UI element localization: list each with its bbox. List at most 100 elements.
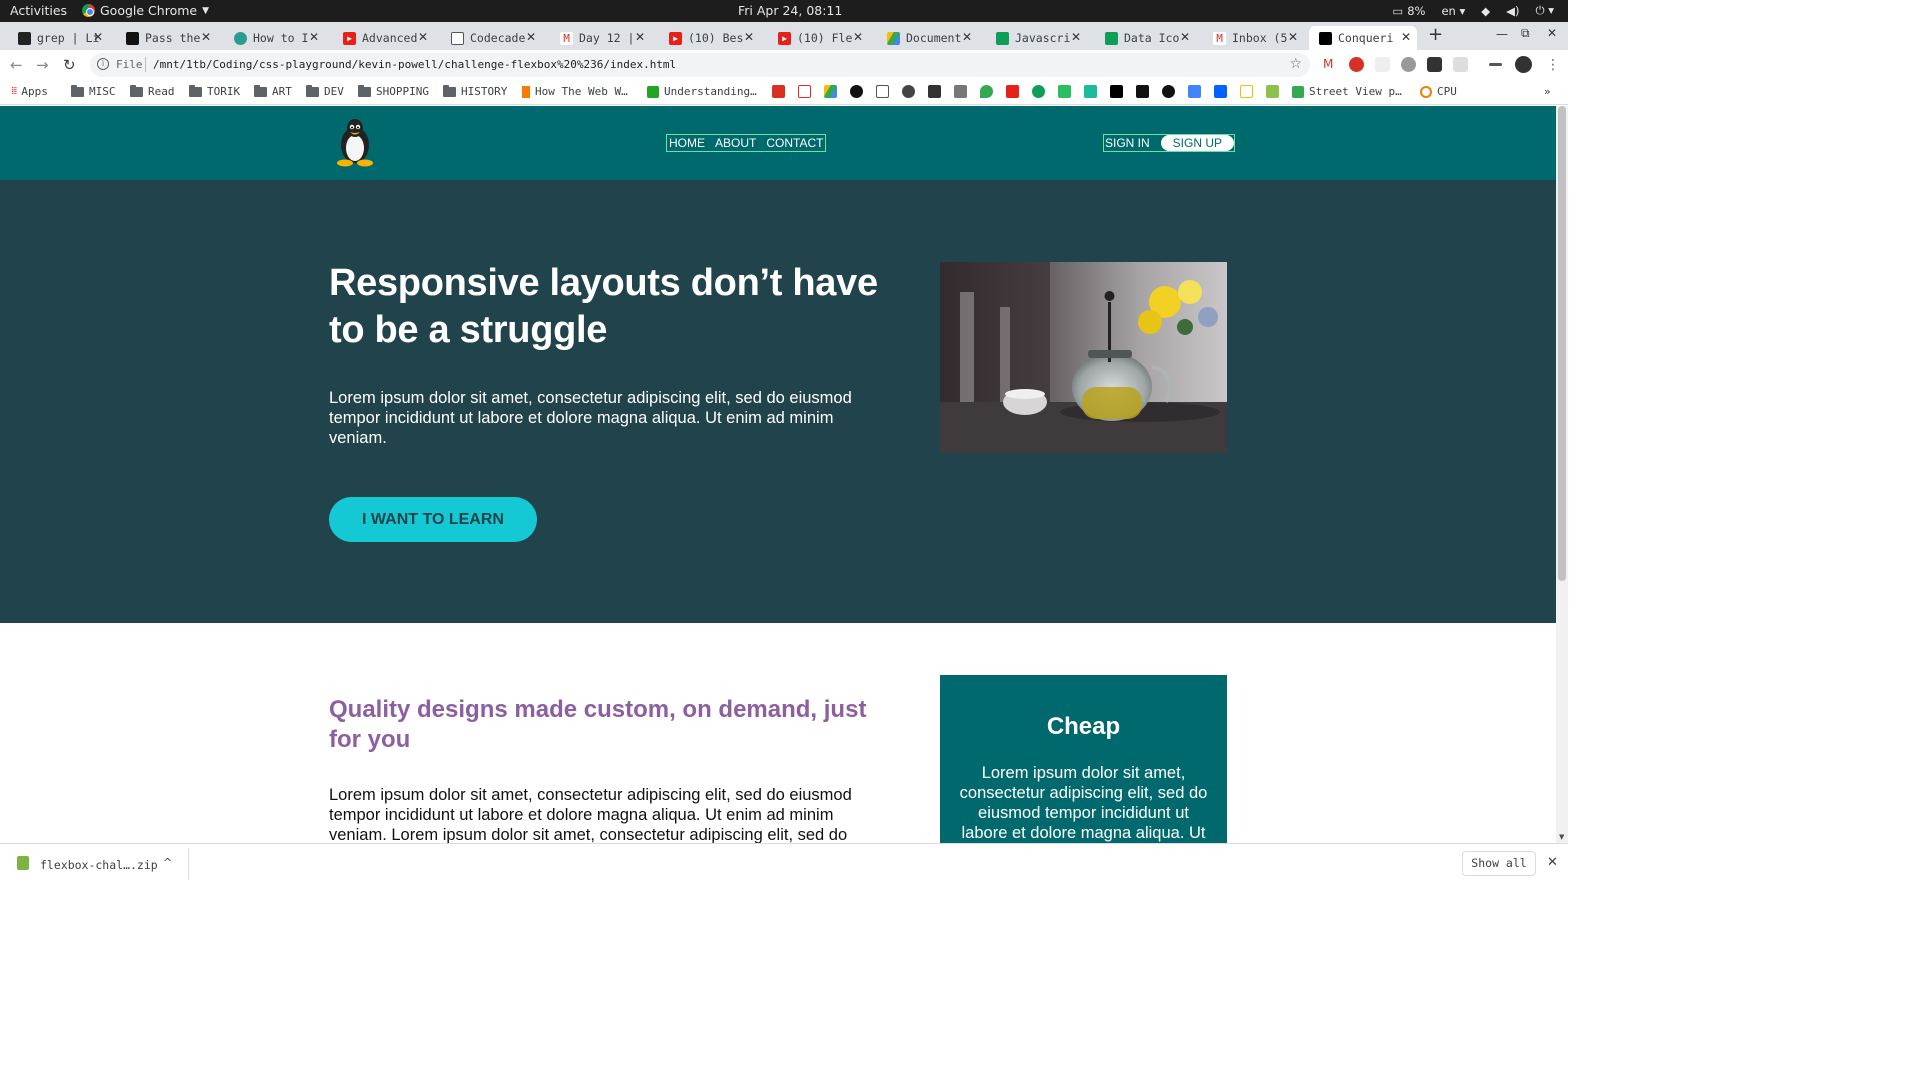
browser-tab[interactable]: grep | Li ✕ — [8, 26, 109, 50]
nav-contact-link[interactable]: CONTACT — [766, 136, 823, 150]
browser-tab[interactable]: Pass the ✕ — [116, 26, 217, 50]
new-tab-button[interactable]: + — [1428, 24, 1443, 45]
gmail-bookmark-icon[interactable] — [798, 85, 811, 98]
bookmark-link[interactable]: CPU — [1420, 85, 1457, 98]
url-text[interactable]: /mnt/1tb/Coding/css-playground/kevin-pow… — [153, 58, 676, 71]
bookmark-favicon-icon[interactable] — [1032, 85, 1045, 98]
scrollbar-thumb[interactable] — [1558, 106, 1566, 581]
profile-avatar[interactable] — [1515, 56, 1532, 73]
browser-tab[interactable]: M Inbox (5 ✕ — [1203, 26, 1304, 50]
close-tab-icon[interactable]: ✕ — [526, 30, 536, 44]
google-drive-bookmark-icon[interactable] — [824, 85, 837, 98]
activities-button[interactable]: Activities — [10, 3, 67, 18]
bookmark-star-icon[interactable]: ☆ — [1289, 56, 1302, 72]
site-info-icon[interactable]: i — [97, 58, 109, 70]
browser-tab-active[interactable]: Conqueri ✕ — [1309, 26, 1417, 50]
bookmark-favicon-icon[interactable] — [902, 85, 915, 98]
browser-tab[interactable]: How to I ✕ — [224, 26, 325, 50]
sign-up-button[interactable]: SIGN UP — [1160, 135, 1235, 151]
browser-tab[interactable]: M Day 12 | ✕ — [550, 26, 651, 50]
close-tab-icon[interactable]: ✕ — [1288, 30, 1298, 44]
close-tab-icon[interactable]: ✕ — [418, 30, 428, 44]
bookmark-favicon-icon[interactable] — [1266, 85, 1279, 98]
nav-home-link[interactable]: HOME — [669, 136, 705, 150]
bookmark-link[interactable]: How The Web W… — [522, 85, 628, 98]
app-menu[interactable]: Google Chrome ▼ — [82, 3, 209, 18]
main-nav: HOME ABOUT CONTACT — [666, 134, 827, 152]
menu-kebab-icon[interactable]: ⋮ — [1546, 57, 1561, 73]
address-bar[interactable]: i File /mnt/1tb/Coding/css-playground/ke… — [90, 53, 1310, 77]
browser-tab[interactable]: ▶ (10) Bes ✕ — [659, 26, 760, 50]
bookmark-favicon-icon[interactable] — [1084, 85, 1097, 98]
learn-cta-button[interactable]: I WANT TO LEARN — [329, 497, 537, 542]
chevron-up-icon[interactable]: ^ — [163, 856, 172, 869]
nav-about-link[interactable]: ABOUT — [715, 136, 756, 150]
spotify-icon[interactable] — [1162, 85, 1175, 98]
bookmark-folder[interactable]: MISC — [71, 84, 116, 98]
google-keep-icon[interactable] — [1240, 85, 1253, 98]
bookmark-favicon-icon[interactable] — [772, 85, 785, 98]
browser-tab[interactable]: Data Ico ✕ — [1095, 26, 1196, 50]
close-tab-icon[interactable]: ✕ — [962, 30, 972, 44]
maps-icon[interactable] — [980, 85, 993, 98]
close-tab-icon[interactable]: ✕ — [853, 30, 863, 44]
page-scrollbar[interactable]: ▼ — [1556, 106, 1568, 843]
extension-icon[interactable] — [1401, 57, 1416, 72]
bookmark-folder[interactable]: HISTORY — [443, 84, 507, 98]
gmail-extension-icon[interactable]: M — [1323, 57, 1338, 72]
close-shelf-icon[interactable]: ✕ — [1547, 855, 1558, 870]
tux-penguin-logo[interactable] — [333, 115, 377, 167]
close-window-icon[interactable]: ✕ — [1547, 26, 1557, 40]
extension-icon[interactable] — [1427, 57, 1442, 72]
bookmark-favicon-icon[interactable] — [876, 85, 889, 98]
show-all-downloads-button[interactable]: Show all — [1462, 851, 1536, 876]
google-translate-icon[interactable] — [1188, 85, 1201, 98]
close-tab-icon[interactable]: ✕ — [635, 30, 645, 44]
close-tab-icon[interactable]: ✕ — [744, 30, 754, 44]
divider — [145, 57, 146, 72]
close-tab-icon[interactable]: ✕ — [93, 30, 103, 44]
apps-bookmark[interactable]: ⁞⁞⁞ Apps — [11, 85, 48, 98]
bookmark-folder[interactable]: DEV — [306, 84, 344, 98]
clock[interactable]: Fri Apr 24, 08:11 — [738, 3, 842, 18]
scroll-down-arrow-icon[interactable]: ▼ — [1559, 833, 1564, 841]
bookmark-folder[interactable]: ART — [254, 84, 292, 98]
language-indicator[interactable]: en ▾ — [1441, 4, 1465, 18]
browser-tab[interactable]: Javascri ✕ — [986, 26, 1087, 50]
youtube-bookmark-icon[interactable] — [1006, 85, 1019, 98]
bookmark-folder[interactable]: Read — [130, 84, 175, 98]
download-item[interactable]: flexbox-chal….zip — [40, 858, 158, 872]
bookmark-folder[interactable]: SHOPPING — [358, 84, 429, 98]
browser-tab[interactable]: ▶ Advanced ✕ — [333, 26, 434, 50]
github-icon[interactable] — [850, 85, 863, 98]
close-tab-icon[interactable]: ✕ — [309, 30, 319, 44]
dropbox-icon[interactable] — [1214, 85, 1227, 98]
browser-tab[interactable]: Document ✕ — [877, 26, 978, 50]
browser-tab[interactable]: Codecade ✕ — [441, 26, 542, 50]
evernote-icon[interactable] — [1058, 85, 1071, 98]
wikipedia-extension-icon[interactable] — [1375, 57, 1390, 72]
more-bookmarks-icon[interactable]: » — [1544, 85, 1551, 98]
close-tab-icon[interactable]: ✕ — [1180, 30, 1190, 44]
bookmark-folder[interactable]: TORIK — [189, 84, 240, 98]
bookmark-link[interactable]: Understanding… — [647, 85, 757, 98]
forward-icon[interactable]: → — [36, 56, 49, 74]
browser-tab[interactable]: ▶ (10) Fle ✕ — [768, 26, 869, 50]
close-tab-icon[interactable]: ✕ — [1071, 30, 1081, 44]
sign-in-button[interactable]: SIGN IN — [1104, 136, 1161, 150]
reload-icon[interactable]: ↻ — [63, 56, 76, 74]
extension-icon[interactable] — [1453, 57, 1468, 72]
adblock-extension-icon[interactable] — [1349, 57, 1364, 72]
close-tab-icon[interactable]: ✕ — [201, 30, 211, 44]
media-control-icon[interactable] — [1489, 63, 1502, 66]
bookmark-favicon-icon[interactable] — [954, 85, 967, 98]
bookmark-favicon-icon[interactable] — [1136, 85, 1149, 98]
medium-icon[interactable] — [1110, 85, 1123, 98]
minimize-icon[interactable]: — — [1496, 27, 1508, 41]
back-icon[interactable]: ← — [10, 56, 23, 74]
system-indicators[interactable]: ▭ 8% en ▾ ◆ ◀) ⏻ ▾ — [1392, 3, 1554, 18]
bookmark-favicon-icon[interactable] — [928, 85, 941, 98]
restore-icon[interactable]: ⧉ — [1521, 26, 1530, 41]
close-tab-icon[interactable]: ✕ — [1401, 30, 1411, 44]
bookmark-link[interactable]: Street View p… — [1292, 85, 1402, 98]
